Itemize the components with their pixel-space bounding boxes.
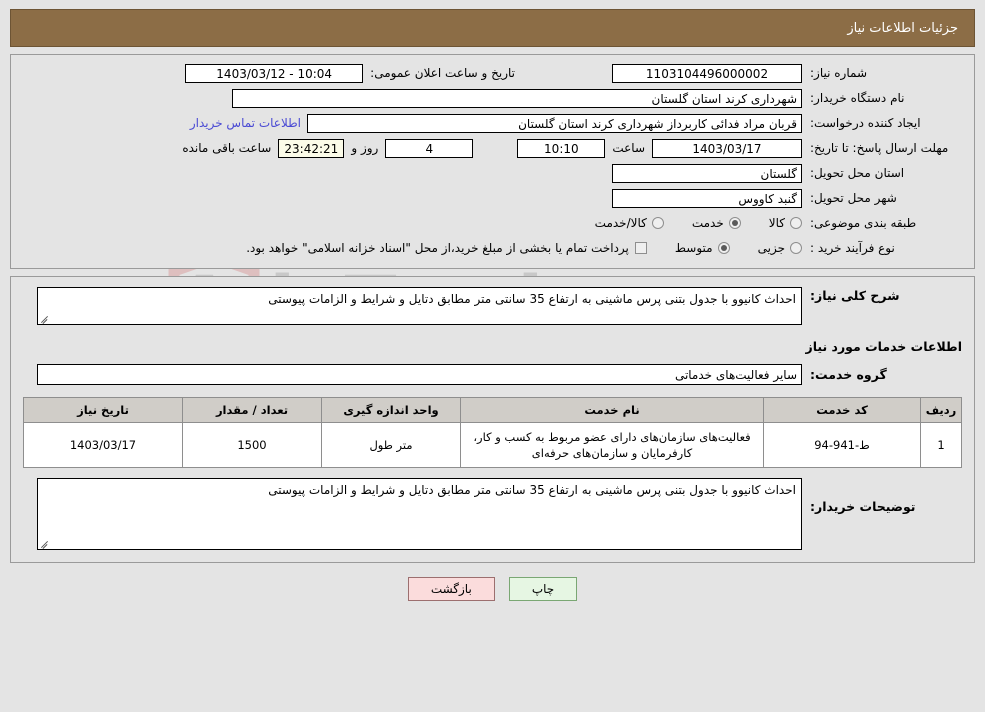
public-announce-label: تاریخ و ساعت اعلان عمومی: bbox=[370, 66, 515, 80]
purchase-type-option-label: متوسط bbox=[674, 241, 713, 255]
countdown-timer: 23:42:21 bbox=[278, 138, 345, 158]
row-need-summary: شرح کلی نیاز: احداث کانیوو با جدول بتنی … bbox=[23, 287, 962, 325]
purchase-type-label: نوع فرآیند خرید : bbox=[810, 241, 895, 255]
resize-grip-icon[interactable] bbox=[40, 314, 49, 323]
row-deadline: مهلت ارسال پاسخ: تا تاریخ: 1403/03/17 سا… bbox=[23, 138, 962, 158]
need-summary-panel: شماره نیاز: 1103104496000002 تاریخ و ساع… bbox=[10, 54, 975, 269]
deadline-label: مهلت ارسال پاسخ: تا تاریخ: bbox=[810, 141, 949, 155]
row-buyer-notes: توضیحات خریدار: احداث کانیوو با جدول بتن… bbox=[23, 478, 962, 550]
need-summary-textarea[interactable]: احداث کانیوو با جدول بتنی پرس ماشینی به … bbox=[37, 287, 802, 325]
category-option-label: خدمت bbox=[691, 216, 724, 230]
buyer-notes-text: احداث کانیوو با جدول بتنی پرس ماشینی به … bbox=[268, 483, 796, 497]
col-quantity: تعداد / مقدار bbox=[182, 397, 322, 423]
public-announce-field[interactable]: 10:04 - 1403/03/12 bbox=[185, 63, 364, 83]
buyer-notes-textarea[interactable]: احداث کانیوو با جدول بتنی پرس ماشینی به … bbox=[37, 478, 802, 550]
service-group-field[interactable]: سایر فعالیت‌های خدماتی bbox=[37, 364, 802, 385]
back-button[interactable]: بازگشت bbox=[407, 577, 495, 601]
row-buyer-org: نام دستگاه خریدار: شهرداری کرند استان گل… bbox=[23, 88, 962, 108]
row-category: طبقه بندی موضوعی: کالا خدمت کالا/خدمت bbox=[23, 213, 962, 233]
category-option-khedmat[interactable]: خدمت bbox=[692, 216, 741, 230]
col-code: کد خدمت bbox=[763, 397, 921, 423]
category-label: طبقه بندی موضوعی: bbox=[810, 216, 917, 230]
col-name: نام خدمت bbox=[460, 397, 764, 423]
need-number-label: شماره نیاز: bbox=[810, 66, 867, 80]
requester-field[interactable]: قربان مراد فدائی کاربرداز شهرداری کرند ا… bbox=[307, 113, 802, 133]
resize-grip-icon[interactable] bbox=[40, 539, 49, 548]
deadline-hour-label: ساعت bbox=[612, 141, 645, 155]
purchase-type-option-jozii[interactable]: جزیی bbox=[758, 241, 802, 255]
col-date: تاریخ نیاز bbox=[23, 397, 183, 423]
category-option-label: کالا/خدمت bbox=[594, 216, 647, 230]
row-purchase-type: نوع فرآیند خرید : جزیی متوسط پرداخت تمام… bbox=[23, 238, 962, 258]
row-requester: ایجاد کننده درخواست: قربان مراد فدائی کا… bbox=[23, 113, 962, 133]
page-title: جزئیات اطلاعات نیاز bbox=[847, 20, 958, 36]
purchase-type-option-motevaset[interactable]: متوسط bbox=[675, 241, 730, 255]
need-summary-text: احداث کانیوو با جدول بتنی پرس ماشینی به … bbox=[268, 292, 796, 306]
page-header: جزئیات اطلاعات نیاز bbox=[10, 9, 975, 47]
table-row[interactable]: 1 ط-941-94 فعالیت‌های سازمان‌های دارای ع… bbox=[23, 422, 962, 468]
cell-name: فعالیت‌های سازمان‌های دارای عضو مربوط به… bbox=[460, 422, 764, 468]
print-button[interactable]: چاپ bbox=[508, 577, 578, 601]
cell-row: 1 bbox=[920, 422, 962, 468]
row-need-number: شماره نیاز: 1103104496000002 تاریخ و ساع… bbox=[23, 63, 962, 83]
col-unit: واحد اندازه گیری bbox=[321, 397, 461, 423]
row-city: شهر محل تحویل: گنبد کاووس bbox=[23, 188, 962, 208]
services-section-title: اطلاعات خدمات مورد نیاز bbox=[805, 339, 963, 354]
cell-date: 1403/03/17 bbox=[23, 422, 183, 468]
button-bar: چاپ بازگشت bbox=[0, 577, 985, 601]
remaining-days-label: روز و bbox=[351, 141, 379, 155]
buyer-notes-label: توضیحات خریدار: bbox=[810, 499, 916, 514]
category-option-label: کالا bbox=[768, 216, 785, 230]
radio-icon[interactable] bbox=[651, 217, 664, 229]
cell-quantity: 1500 bbox=[182, 422, 322, 468]
buyer-contact-link[interactable]: اطلاعات تماس خریدار bbox=[190, 116, 307, 130]
deadline-date-field[interactable]: 1403/03/17 bbox=[652, 138, 802, 158]
treasury-bond-label: پرداخت تمام یا بخشی از مبلغ خرید،از محل … bbox=[246, 241, 629, 255]
service-group-label: گروه خدمت: bbox=[810, 366, 887, 382]
deadline-hour-field[interactable]: 10:10 bbox=[517, 138, 606, 158]
need-summary-label: شرح کلی نیاز: bbox=[810, 288, 900, 303]
requester-label: ایجاد کننده درخواست: bbox=[810, 116, 921, 130]
treasury-bond-checkbox-item[interactable]: پرداخت تمام یا بخشی از مبلغ خرید،از محل … bbox=[246, 241, 647, 255]
province-field[interactable]: گلستان bbox=[612, 163, 802, 183]
buyer-org-label: نام دستگاه خریدار: bbox=[810, 91, 905, 105]
buyer-org-field[interactable]: شهرداری کرند استان گلستان bbox=[232, 88, 802, 108]
category-option-kala[interactable]: کالا bbox=[769, 216, 802, 230]
radio-icon[interactable] bbox=[790, 217, 802, 229]
radio-icon-checked[interactable] bbox=[717, 242, 730, 254]
remaining-days-field[interactable]: 4 bbox=[385, 138, 474, 158]
radio-icon[interactable] bbox=[790, 242, 802, 254]
province-label: استان محل تحویل: bbox=[810, 166, 905, 180]
need-details-panel: شرح کلی نیاز: احداث کانیوو با جدول بتنی … bbox=[10, 276, 975, 563]
table-header-row: ردیف کد خدمت نام خدمت واحد اندازه گیری ت… bbox=[23, 397, 962, 423]
category-radio-group: کالا خدمت کالا/خدمت bbox=[567, 216, 802, 230]
countdown-label: ساعت باقی مانده bbox=[182, 141, 272, 155]
purchase-type-radio-group: جزیی متوسط پرداخت تمام یا بخشی از مبلغ خ… bbox=[246, 241, 802, 255]
radio-icon-checked[interactable] bbox=[728, 217, 741, 229]
purchase-type-option-label: جزیی bbox=[757, 241, 785, 255]
cell-code: ط-941-94 bbox=[763, 422, 921, 468]
category-option-kala-khedmat[interactable]: کالا/خدمت bbox=[595, 216, 664, 230]
city-label: شهر محل تحویل: bbox=[810, 191, 897, 205]
row-province: استان محل تحویل: گلستان bbox=[23, 163, 962, 183]
need-number-field[interactable]: 1103104496000002 bbox=[612, 63, 802, 83]
checkbox-icon[interactable] bbox=[634, 242, 647, 254]
cell-unit: متر طول bbox=[321, 422, 461, 468]
row-service-group: گروه خدمت: سایر فعالیت‌های خدماتی bbox=[23, 364, 962, 385]
services-table: ردیف کد خدمت نام خدمت واحد اندازه گیری ت… bbox=[23, 397, 962, 468]
col-row: ردیف bbox=[920, 397, 962, 423]
city-field[interactable]: گنبد کاووس bbox=[612, 188, 802, 208]
